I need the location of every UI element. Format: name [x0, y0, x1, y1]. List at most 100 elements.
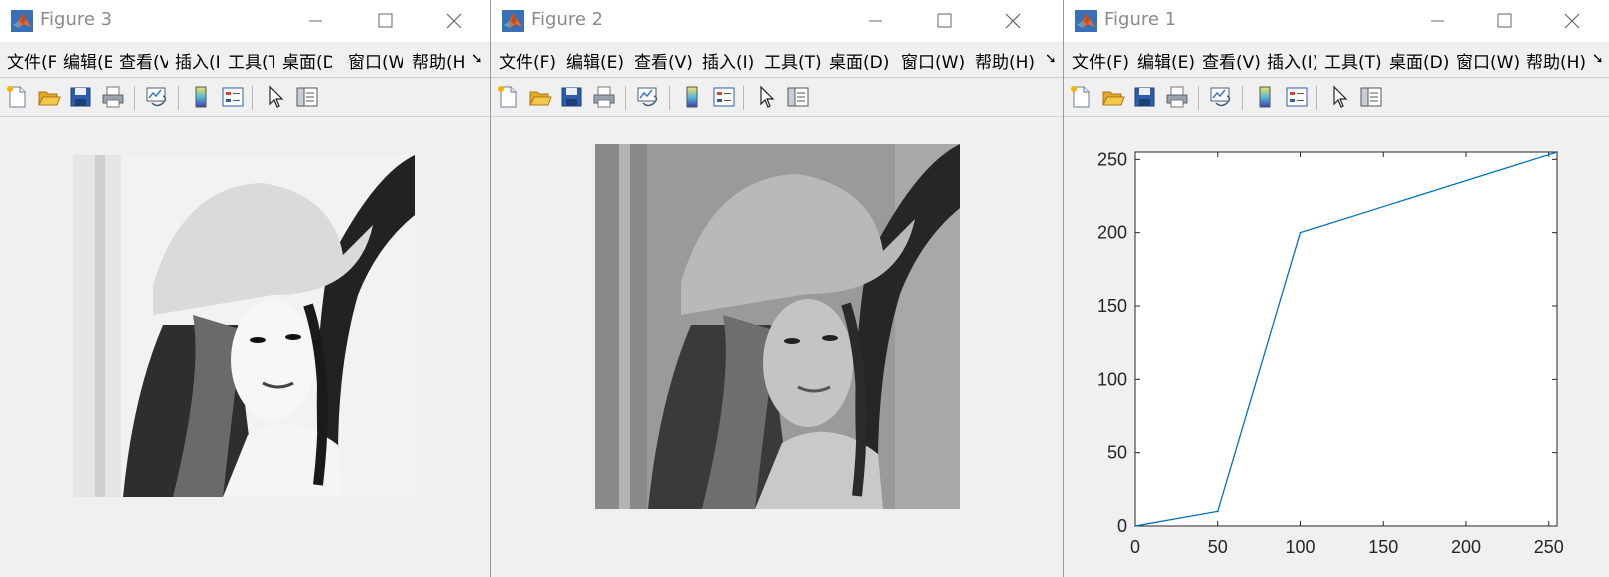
menu-file[interactable]: 文件(F)	[499, 48, 556, 73]
legend-icon[interactable]	[711, 84, 737, 110]
maximize-button[interactable]	[927, 6, 961, 36]
colorbar-icon[interactable]	[1252, 84, 1278, 110]
save-icon[interactable]	[68, 84, 94, 110]
window-title: Figure 1	[1104, 9, 1177, 30]
pointer-icon[interactable]	[262, 84, 288, 110]
y-tick-label: 150	[1097, 296, 1127, 316]
minimize-button[interactable]	[1420, 6, 1454, 36]
plot-area	[1134, 151, 1558, 527]
menu-bar: 文件(F) 编辑(E) 查看(V) 插入(I) 工具(T) 桌面(D) 窗口(W…	[1064, 44, 1609, 74]
toolbar-separator	[1316, 86, 1317, 110]
menu-edit[interactable]: 编辑(E)	[566, 48, 624, 73]
new-figure-icon[interactable]	[4, 84, 30, 110]
figure-toolbar	[1064, 78, 1609, 116]
toolbar-separator	[669, 86, 670, 110]
maximize-button[interactable]	[1487, 6, 1521, 36]
menu-tools[interactable]: 工具(T)	[764, 48, 822, 73]
x-tick-label: 200	[1451, 537, 1481, 557]
menu-help[interactable]: 帮助(H	[412, 48, 464, 73]
x-tick-label: 0	[1130, 537, 1140, 557]
menu-insert[interactable]: 插入(I)	[702, 48, 754, 73]
minimize-button[interactable]	[298, 6, 332, 36]
toolbar-separator	[625, 86, 626, 110]
matlab-logo-icon	[11, 10, 33, 32]
window-title: Figure 2	[531, 9, 604, 30]
menu-insert[interactable]: 插入(I	[175, 48, 221, 73]
menu-help[interactable]: 帮助(H)	[975, 48, 1035, 73]
save-icon[interactable]	[559, 84, 585, 110]
figure-content	[491, 117, 1063, 577]
minimize-button[interactable]	[858, 6, 892, 36]
link-plot-icon[interactable]	[144, 84, 170, 110]
figure-content: 0 50 100 150 200 250 0 50 100 150 200 250	[1064, 117, 1609, 577]
print-icon[interactable]	[100, 84, 126, 110]
toolbar-separator	[252, 86, 253, 110]
menu-view[interactable]: 查看(V)	[634, 48, 693, 73]
figure-3-window: Figure 3 文件(F 编辑(E 查看(V 插入(I 工具(T 桌面(D 窗…	[0, 0, 490, 577]
menu-overflow-icon[interactable]: ➘	[1592, 51, 1604, 67]
figure-1-window: Figure 1 文件(F) 编辑(E) 查看(V) 插入(I) 工具(T) 桌…	[1063, 0, 1609, 577]
legend-icon[interactable]	[220, 84, 246, 110]
menu-tools[interactable]: 工具(T)	[1324, 48, 1381, 73]
menu-desktop[interactable]: 桌面(D	[282, 48, 332, 73]
property-inspector-icon[interactable]	[785, 84, 811, 110]
y-tick-label: 50	[1107, 443, 1127, 463]
open-file-icon[interactable]	[1100, 84, 1126, 110]
contrast-stretched-lena-image	[73, 155, 415, 497]
x-tick-label: 150	[1368, 537, 1398, 557]
save-icon[interactable]	[1132, 84, 1158, 110]
toolbar-separator	[743, 86, 744, 110]
menu-window[interactable]: 窗口(W)	[901, 48, 965, 73]
menu-view[interactable]: 查看(V	[119, 48, 168, 73]
matlab-logo-icon	[1075, 10, 1097, 32]
legend-icon[interactable]	[1284, 84, 1310, 110]
y-tick-label: 0	[1117, 516, 1127, 536]
data-point	[1134, 525, 1136, 527]
figure-toolbar	[491, 78, 1063, 116]
menu-file[interactable]: 文件(F	[7, 48, 56, 73]
y-tick-label: 200	[1097, 223, 1127, 243]
title-bar[interactable]: Figure 3	[0, 0, 490, 42]
colorbar-icon[interactable]	[679, 84, 705, 110]
menu-edit[interactable]: 编辑(E	[63, 48, 112, 73]
y-tick-label: 250	[1097, 149, 1127, 169]
title-bar[interactable]: Figure 1	[1064, 0, 1609, 42]
new-figure-icon[interactable]	[495, 84, 521, 110]
close-button[interactable]	[996, 6, 1030, 36]
menu-window[interactable]: 窗口(W	[348, 48, 403, 73]
new-figure-icon[interactable]	[1068, 84, 1094, 110]
data-point	[1556, 151, 1558, 153]
menu-window[interactable]: 窗口(W)	[1456, 48, 1519, 73]
line-chart[interactable]: 0 50 100 150 200 250 0 50 100 150 200 250	[1064, 117, 1609, 577]
menu-view[interactable]: 查看(V)	[1202, 48, 1260, 73]
toolbar-separator	[178, 86, 179, 110]
maximize-button[interactable]	[368, 6, 402, 36]
colorbar-icon[interactable]	[188, 84, 214, 110]
menu-overflow-icon[interactable]: ➘	[471, 51, 483, 67]
close-button[interactable]	[437, 6, 471, 36]
open-file-icon[interactable]	[36, 84, 62, 110]
menu-help[interactable]: 帮助(H)	[1526, 48, 1586, 73]
menu-insert[interactable]: 插入(I)	[1267, 48, 1316, 73]
title-bar[interactable]: Figure 2	[491, 0, 1063, 42]
menu-edit[interactable]: 编辑(E)	[1137, 48, 1195, 73]
y-tick-label: 100	[1097, 369, 1127, 389]
print-icon[interactable]	[591, 84, 617, 110]
menu-tools[interactable]: 工具(T	[228, 48, 274, 73]
toolbar-separator	[1198, 86, 1199, 110]
menu-desktop[interactable]: 桌面(D)	[1389, 48, 1449, 73]
print-icon[interactable]	[1164, 84, 1190, 110]
menu-overflow-icon[interactable]: ➘	[1045, 51, 1057, 67]
pointer-icon[interactable]	[1326, 84, 1352, 110]
property-inspector-icon[interactable]	[1358, 84, 1384, 110]
open-file-icon[interactable]	[527, 84, 553, 110]
pointer-icon[interactable]	[753, 84, 779, 110]
close-button[interactable]	[1555, 6, 1589, 36]
link-plot-icon[interactable]	[635, 84, 661, 110]
menu-file[interactable]: 文件(F)	[1072, 48, 1130, 73]
menu-desktop[interactable]: 桌面(D)	[829, 48, 889, 73]
figure-content	[0, 117, 490, 577]
link-plot-icon[interactable]	[1208, 84, 1234, 110]
property-inspector-icon[interactable]	[294, 84, 320, 110]
x-tick-label: 50	[1208, 537, 1228, 557]
